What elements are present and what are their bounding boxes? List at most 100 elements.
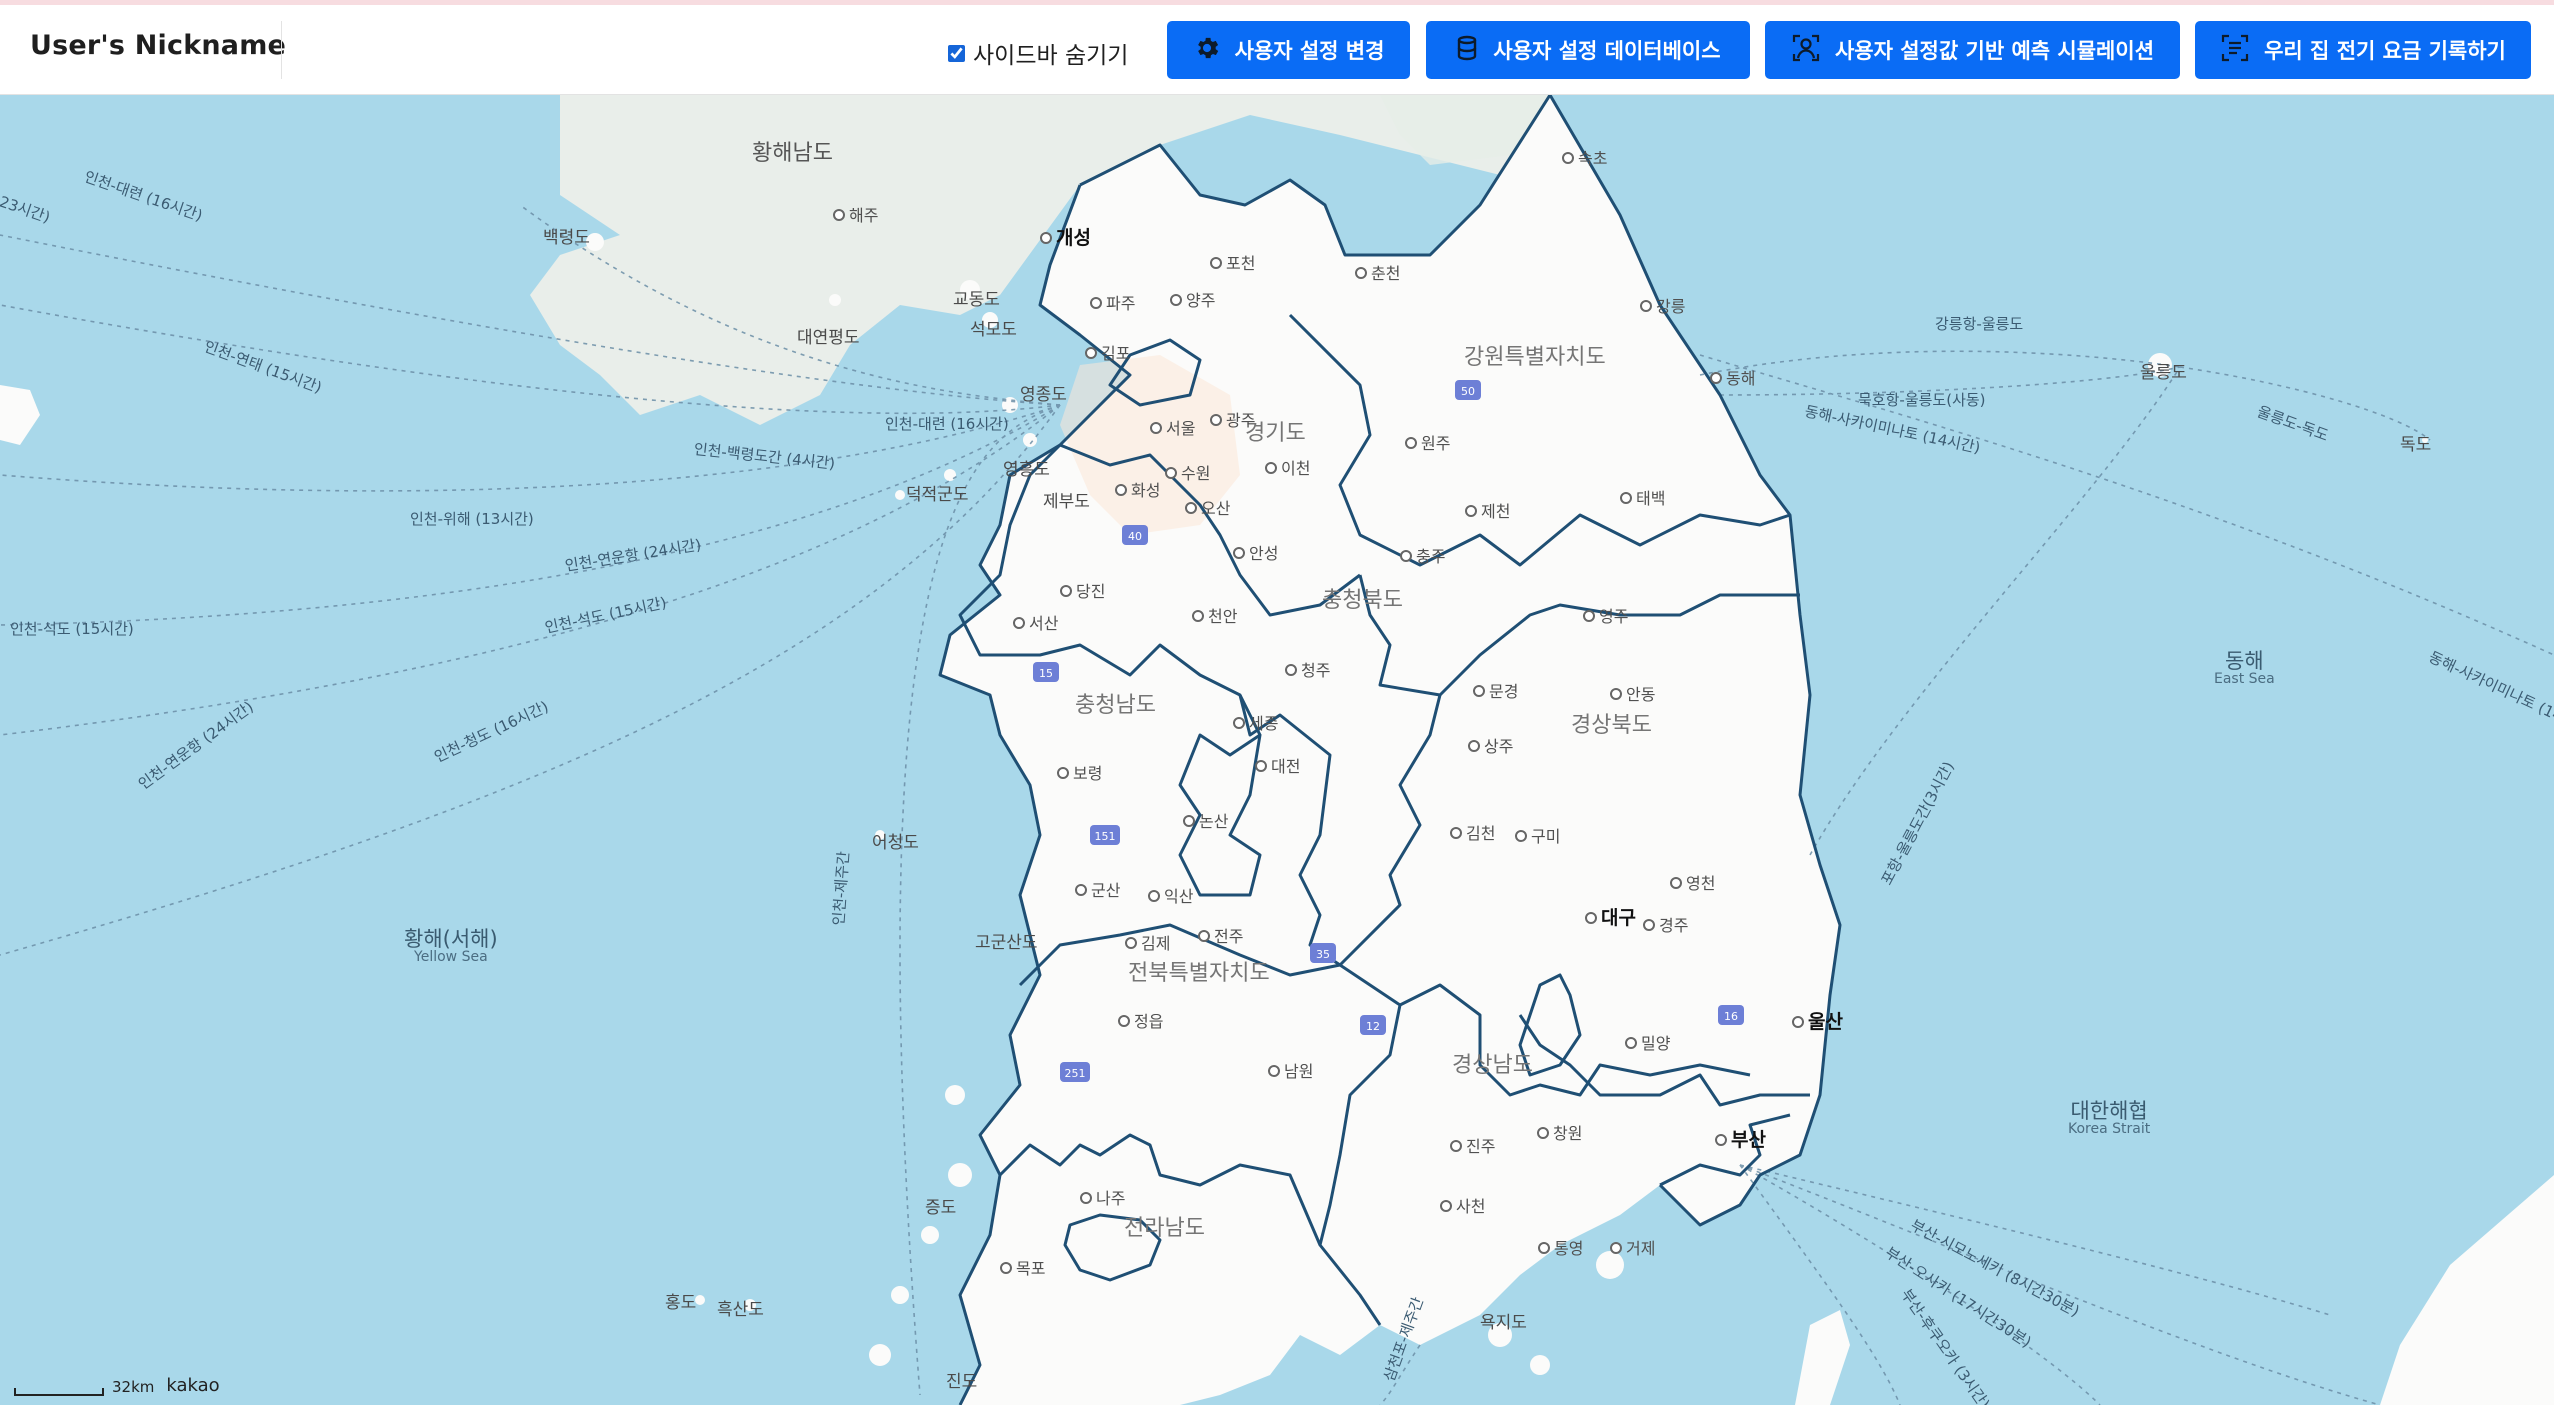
map-view[interactable]: 50 40 15 151 35 12 16 251 강원특별자치도 경기도 충청… xyxy=(0,95,2554,1405)
city-label: 구미 xyxy=(1515,823,1560,847)
scale-bar xyxy=(14,1388,104,1396)
region-label: 강원특별자치도 xyxy=(1464,345,1606,370)
document-scan-icon xyxy=(2220,33,2250,68)
city-label: 당진 xyxy=(1060,578,1105,602)
japan-land xyxy=(2380,1175,2554,1405)
city-label: 밀양 xyxy=(1625,1030,1670,1054)
island-label: 영종도 xyxy=(1020,385,1067,405)
svg-text:12: 12 xyxy=(1366,1020,1380,1033)
city-label: 안동 xyxy=(1610,681,1655,705)
island-label: 울릉도 xyxy=(2140,363,2187,383)
city-label: 보령 xyxy=(1057,760,1102,784)
user-settings-label: 사용자 설정 변경 xyxy=(1234,39,1385,63)
record-electricity-bill-label: 우리 집 전기 요금 기록하기 xyxy=(2264,39,2506,63)
user-nickname: User's Nickname xyxy=(30,30,287,61)
island-label: 석모도 xyxy=(970,320,1017,340)
map-canvas: 50 40 15 151 35 12 16 251 xyxy=(0,95,2554,1405)
city-label: 동해 xyxy=(1710,365,1755,389)
city-label: 서울 xyxy=(1150,415,1195,439)
settings-database-label: 사용자 설정 데이터베이스 xyxy=(1493,39,1721,63)
city-label: 천안 xyxy=(1192,603,1237,627)
island-label: 어청도 xyxy=(872,833,919,853)
island-label: 흑산도 xyxy=(717,1300,764,1320)
sea-label: 황해(서해) Yellow Sea xyxy=(404,927,498,966)
island-label: 고군산도 xyxy=(975,933,1038,953)
island-label: 영흥도 xyxy=(1003,460,1050,480)
city-label: 대전 xyxy=(1255,753,1300,777)
island-label: 백령도 xyxy=(543,228,590,248)
sea-label: 동해 East Sea xyxy=(2214,649,2275,688)
route-label: 인천-석도 (15시간) xyxy=(10,620,134,638)
city-label: 해주 xyxy=(833,202,878,226)
region-label: 전북특별자치도 xyxy=(1128,961,1270,986)
prediction-simulation-button[interactable]: 사용자 설정값 기반 예측 시뮬레이션 xyxy=(1765,21,2180,79)
region-label: 경상북도 xyxy=(1571,713,1652,738)
user-settings-button[interactable]: 사용자 설정 변경 xyxy=(1167,21,1410,79)
city-label: 목포 xyxy=(1000,1255,1045,1279)
header-divider xyxy=(281,21,282,79)
city-label: 양주 xyxy=(1170,287,1215,311)
city-label: 속초 xyxy=(1562,145,1607,169)
sea-label: 대한해협 Korea Strait xyxy=(2068,1099,2151,1138)
city-label: 춘천 xyxy=(1355,260,1400,284)
island-label: 진도 xyxy=(946,1372,978,1392)
svg-text:151: 151 xyxy=(1095,830,1116,843)
island-label: 제부도 xyxy=(1043,492,1090,512)
island-label: 대연평도 xyxy=(797,328,860,348)
metro-city-label: 울산 xyxy=(1792,1007,1843,1034)
region-label: 전라남도 xyxy=(1124,1216,1205,1241)
svg-text:251: 251 xyxy=(1065,1067,1086,1080)
tsushima-island xyxy=(1795,1310,1850,1405)
city-label: 개성 xyxy=(1040,223,1091,250)
city-label: 안성 xyxy=(1233,540,1278,564)
metro-city-label: 대구 xyxy=(1585,903,1636,930)
sidebar-toggle-label: 사이드바 숨기기 xyxy=(973,43,1129,69)
region-label: 경상남도 xyxy=(1452,1053,1533,1078)
svg-text:16: 16 xyxy=(1724,1010,1738,1023)
sidebar-toggle[interactable]: 사이드바 숨기기 xyxy=(948,39,1129,69)
city-label: 수원 xyxy=(1165,460,1210,484)
city-label: 김포 xyxy=(1085,340,1130,364)
city-label: 영주 xyxy=(1583,603,1628,627)
map-scale: 32km kakao xyxy=(14,1375,220,1396)
island-label: 욕지도 xyxy=(1480,1313,1527,1333)
city-label: 영천 xyxy=(1670,870,1715,894)
city-label: 창원 xyxy=(1537,1120,1582,1144)
city-label: 서산 xyxy=(1013,610,1058,634)
kakao-logo[interactable]: kakao xyxy=(166,1375,219,1396)
top-header: User's Nickname 사이드바 숨기기 사용자 설정 변경 사용자 설… xyxy=(0,5,2554,95)
city-label: 이천 xyxy=(1265,455,1310,479)
island-label: 독도 xyxy=(2400,435,2432,455)
city-label: 군산 xyxy=(1075,877,1120,901)
city-label: 통영 xyxy=(1538,1235,1583,1259)
settings-database-button[interactable]: 사용자 설정 데이터베이스 xyxy=(1426,21,1750,79)
region-label: 충청남도 xyxy=(1075,693,1156,718)
record-electricity-bill-button[interactable]: 우리 집 전기 요금 기록하기 xyxy=(2195,21,2531,79)
svg-text:40: 40 xyxy=(1128,530,1142,543)
island-label: 교동도 xyxy=(953,290,1000,310)
city-label: 제천 xyxy=(1465,498,1510,522)
city-label: 정읍 xyxy=(1118,1008,1163,1032)
city-label: 포천 xyxy=(1210,250,1255,274)
city-label: 세종 xyxy=(1233,710,1278,734)
svg-text:50: 50 xyxy=(1461,385,1475,398)
city-label: 남원 xyxy=(1268,1058,1313,1082)
city-label: 상주 xyxy=(1468,733,1513,757)
island-label: 증도 xyxy=(925,1198,957,1218)
route-label: 인천-위해 (13시간) xyxy=(410,510,534,528)
island-label: 덕적군도 xyxy=(906,485,969,505)
city-label: 전주 xyxy=(1198,923,1243,947)
city-label: 파주 xyxy=(1090,290,1135,314)
city-label: 광주 xyxy=(1210,407,1255,431)
sidebar-toggle-checkbox[interactable] xyxy=(948,44,965,62)
city-label: 태백 xyxy=(1620,485,1665,509)
database-icon xyxy=(1455,35,1479,66)
metro-city-label: 부산 xyxy=(1715,1125,1766,1152)
user-scan-icon xyxy=(1791,33,1821,68)
city-label: 화성 xyxy=(1115,477,1160,501)
region-label: 충청북도 xyxy=(1322,588,1403,613)
island-label: 홍도 xyxy=(665,1293,697,1313)
svg-text:35: 35 xyxy=(1316,948,1330,961)
city-label: 김제 xyxy=(1125,930,1170,954)
route-label: 묵호항-울릉도(사동) xyxy=(1858,391,1986,409)
